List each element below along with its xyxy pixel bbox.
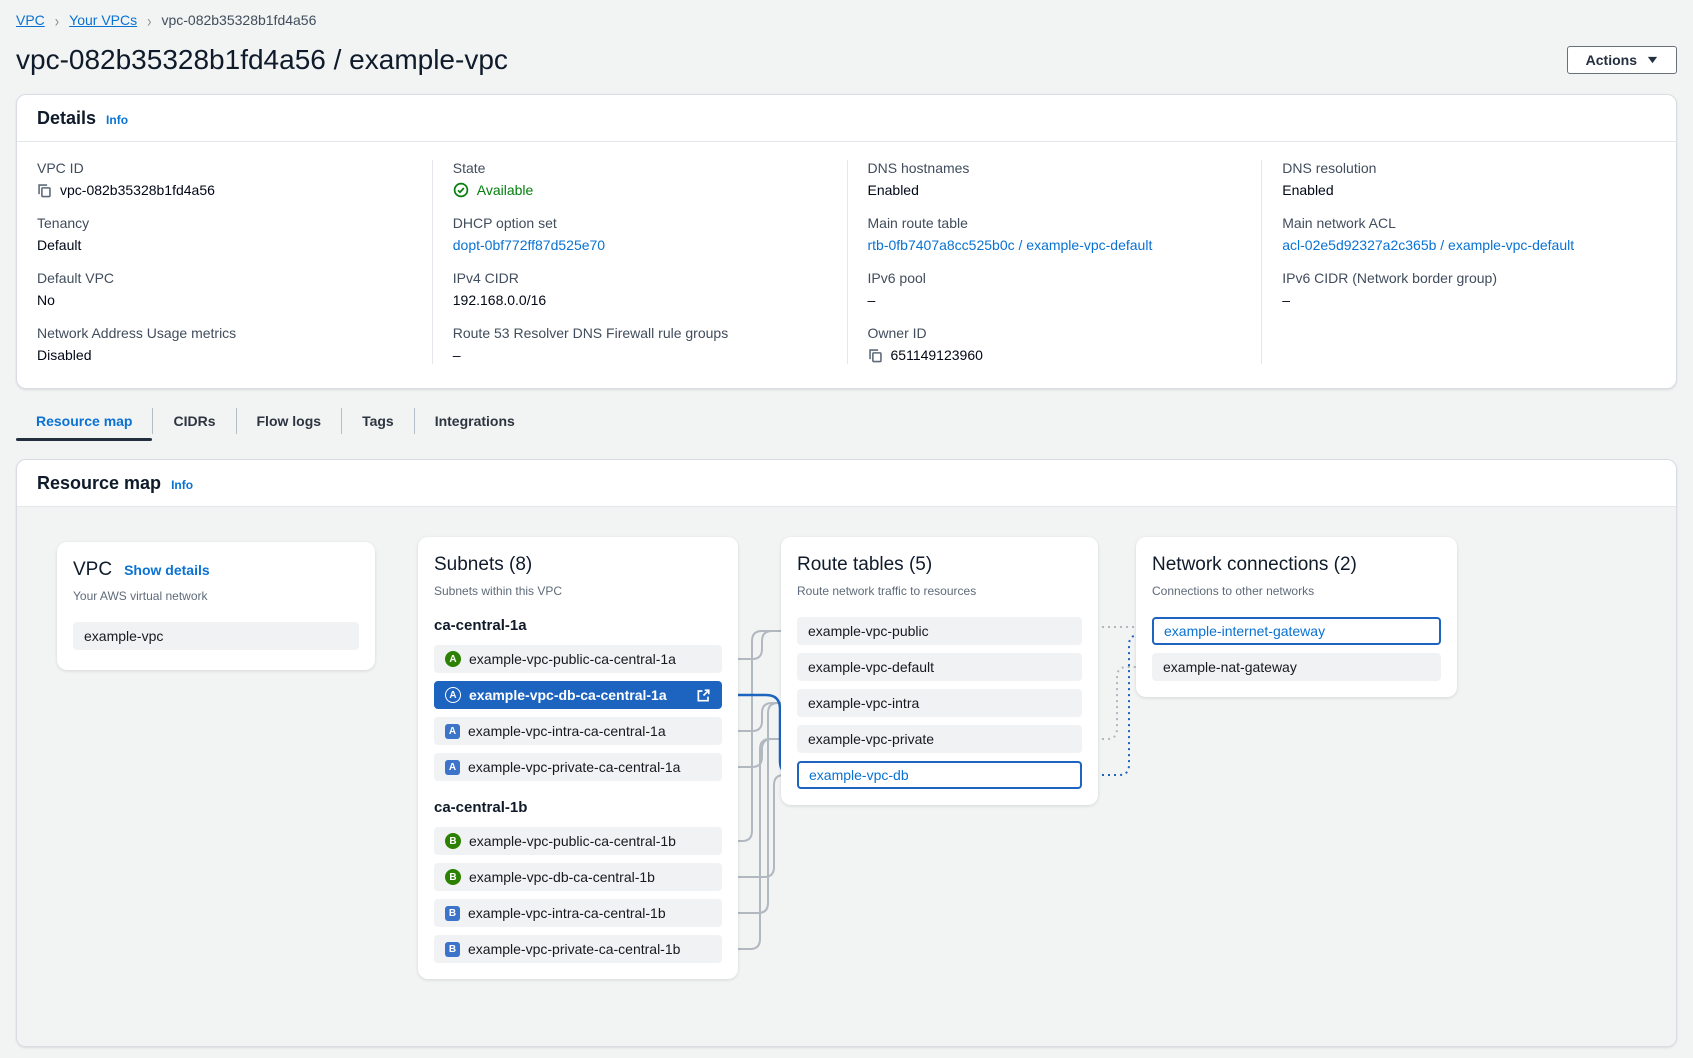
breadcrumb-separator-icon: ›	[147, 10, 151, 30]
vpc-card: VPC Show details Your AWS virtual networ…	[57, 542, 375, 670]
route-table-item-selected[interactable]: example-vpc-db	[797, 761, 1082, 789]
resource-map-panel: Resource map Info	[16, 459, 1677, 1047]
network-connection-item-selected[interactable]: example-internet-gateway	[1152, 617, 1441, 645]
subnets-subtitle: Subnets within this VPC	[434, 583, 722, 599]
field-tenancy: Tenancy Default	[37, 215, 412, 254]
subnet-item[interactable]: A example-vpc-public-ca-central-1a	[434, 645, 722, 673]
az-b-badge: B	[445, 906, 460, 921]
tab-flow-logs[interactable]: Flow logs	[237, 405, 342, 441]
az-b-badge: B	[445, 833, 461, 849]
dhcp-option-set-link[interactable]: dopt-0bf772ff87d525e70	[453, 236, 827, 254]
vpc-id-value: vpc-082b35328b1fd4a56	[60, 182, 215, 198]
main-route-table-link[interactable]: rtb-0fb7407a8cc525b0c / example-vpc-defa…	[868, 236, 1242, 254]
tab-integrations[interactable]: Integrations	[415, 405, 535, 441]
details-grid: VPC ID vpc-082b35328b1fd4a56 Tenancy Def…	[17, 141, 1676, 388]
breadcrumb-link-vpc[interactable]: VPC	[16, 12, 45, 28]
vpc-card-title: VPC	[73, 558, 112, 582]
breadcrumb-link-your-vpcs[interactable]: Your VPCs	[69, 12, 137, 28]
route-tables-subtitle: Route network traffic to resources	[797, 583, 1082, 599]
route-table-item[interactable]: example-vpc-private	[797, 725, 1082, 753]
vpc-card-subtitle: Your AWS virtual network	[73, 588, 359, 604]
actions-button[interactable]: Actions	[1567, 46, 1677, 74]
az-b-badge: B	[445, 942, 460, 957]
az-a-badge: A	[445, 724, 460, 739]
az-a-badge: A	[445, 687, 461, 703]
field-ipv6-pool: IPv6 pool –	[868, 270, 1242, 309]
subnet-item[interactable]: B example-vpc-intra-ca-central-1b	[434, 899, 722, 927]
tab-cidrs[interactable]: CIDRs	[153, 405, 235, 441]
az-group-title: ca-central-1b	[434, 799, 722, 817]
az-a-badge: A	[445, 651, 461, 667]
main-network-acl-link[interactable]: acl-02e5d92327a2c365b / example-vpc-defa…	[1282, 236, 1656, 254]
copy-icon	[37, 183, 52, 198]
breadcrumb: VPC › Your VPCs › vpc-082b35328b1fd4a56	[16, 12, 1677, 28]
field-dns-hostnames: DNS hostnames Enabled	[868, 160, 1242, 199]
caret-down-icon	[1647, 56, 1658, 64]
resource-map-info-link[interactable]: Info	[171, 478, 193, 492]
tab-tags[interactable]: Tags	[342, 405, 414, 441]
field-main-route-table: Main route table rtb-0fb7407a8cc525b0c /…	[868, 215, 1242, 254]
copy-owner-id-button[interactable]	[868, 348, 883, 363]
route-table-item[interactable]: example-vpc-public	[797, 617, 1082, 645]
subnets-card: Subnets (8) Subnets within this VPC ca-c…	[418, 537, 738, 979]
show-details-link[interactable]: Show details	[124, 562, 210, 578]
route-table-item[interactable]: example-vpc-intra	[797, 689, 1082, 717]
field-vpc-id: VPC ID vpc-082b35328b1fd4a56	[37, 160, 412, 199]
field-state: State Available	[453, 160, 827, 199]
details-panel: Details Info VPC ID vpc-082b35328b1fd4a5…	[16, 94, 1677, 389]
az-group-title: ca-central-1a	[434, 617, 722, 635]
page-header: vpc-082b35328b1fd4a56 / example-vpc Acti…	[16, 44, 1677, 76]
network-connections-title: Network connections (2)	[1152, 553, 1441, 577]
field-dns-resolution: DNS resolution Enabled	[1282, 160, 1656, 199]
actions-button-label: Actions	[1586, 52, 1637, 68]
details-title: Details	[37, 108, 96, 129]
details-info-link[interactable]: Info	[106, 113, 128, 127]
field-ipv6-cidr-network-border-group: IPv6 CIDR (Network border group) –	[1282, 270, 1656, 309]
tab-resource-map[interactable]: Resource map	[16, 405, 152, 441]
copy-icon	[868, 348, 883, 363]
az-group-ca-central-1a: ca-central-1a A example-vpc-public-ca-ce…	[434, 617, 722, 781]
owner-id-value: 651149123960	[891, 347, 983, 363]
breadcrumb-separator-icon: ›	[55, 10, 59, 30]
subnet-item[interactable]: B example-vpc-private-ca-central-1b	[434, 935, 722, 963]
subnet-item[interactable]: A example-vpc-intra-ca-central-1a	[434, 717, 722, 745]
network-connections-card: Network connections (2) Connections to o…	[1136, 537, 1457, 697]
resource-map-title: Resource map	[37, 473, 161, 494]
route-tables-title: Route tables (5)	[797, 553, 1082, 577]
az-b-badge: B	[445, 869, 461, 885]
field-ipv4-cidr: IPv4 CIDR 192.168.0.0/16	[453, 270, 827, 309]
field-network-address-usage-metrics: Network Address Usage metrics Disabled	[37, 325, 412, 364]
field-dhcp-option-set: DHCP option set dopt-0bf772ff87d525e70	[453, 215, 827, 254]
subnets-title: Subnets (8)	[434, 553, 722, 577]
subnet-item[interactable]: B example-vpc-db-ca-central-1b	[434, 863, 722, 891]
route-table-item[interactable]: example-vpc-default	[797, 653, 1082, 681]
external-link-icon[interactable]	[696, 688, 711, 703]
az-group-ca-central-1b: ca-central-1b B example-vpc-public-ca-ce…	[434, 799, 722, 963]
vpc-details-page: VPC › Your VPCs › vpc-082b35328b1fd4a56 …	[0, 0, 1693, 1047]
check-circle-icon	[453, 182, 469, 198]
field-route53-resolver-dns-firewall-rule-groups: Route 53 Resolver DNS Firewall rule grou…	[453, 325, 827, 364]
page-title: vpc-082b35328b1fd4a56 / example-vpc	[16, 44, 508, 76]
field-main-network-acl: Main network ACL acl-02e5d92327a2c365b /…	[1282, 215, 1656, 254]
vpc-item[interactable]: example-vpc	[73, 622, 359, 650]
copy-vpc-id-button[interactable]	[37, 183, 52, 198]
route-tables-card: Route tables (5) Route network traffic t…	[781, 537, 1098, 805]
subnet-item-selected[interactable]: A example-vpc-db-ca-central-1a	[434, 681, 722, 709]
network-connection-item[interactable]: example-nat-gateway	[1152, 653, 1441, 681]
subnet-item[interactable]: A example-vpc-private-ca-central-1a	[434, 753, 722, 781]
az-a-badge: A	[445, 760, 460, 775]
subnet-item[interactable]: B example-vpc-public-ca-central-1b	[434, 827, 722, 855]
field-owner-id: Owner ID 651149123960	[868, 325, 1242, 364]
network-connections-subtitle: Connections to other networks	[1152, 583, 1441, 599]
tabs-bar: Resource map CIDRs Flow logs Tags Integr…	[16, 405, 1677, 441]
field-default-vpc: Default VPC No	[37, 270, 412, 309]
resource-map-canvas: VPC Show details Your AWS virtual networ…	[17, 506, 1676, 1046]
state-value: Available	[477, 182, 534, 198]
breadcrumb-current: vpc-082b35328b1fd4a56	[161, 12, 316, 28]
